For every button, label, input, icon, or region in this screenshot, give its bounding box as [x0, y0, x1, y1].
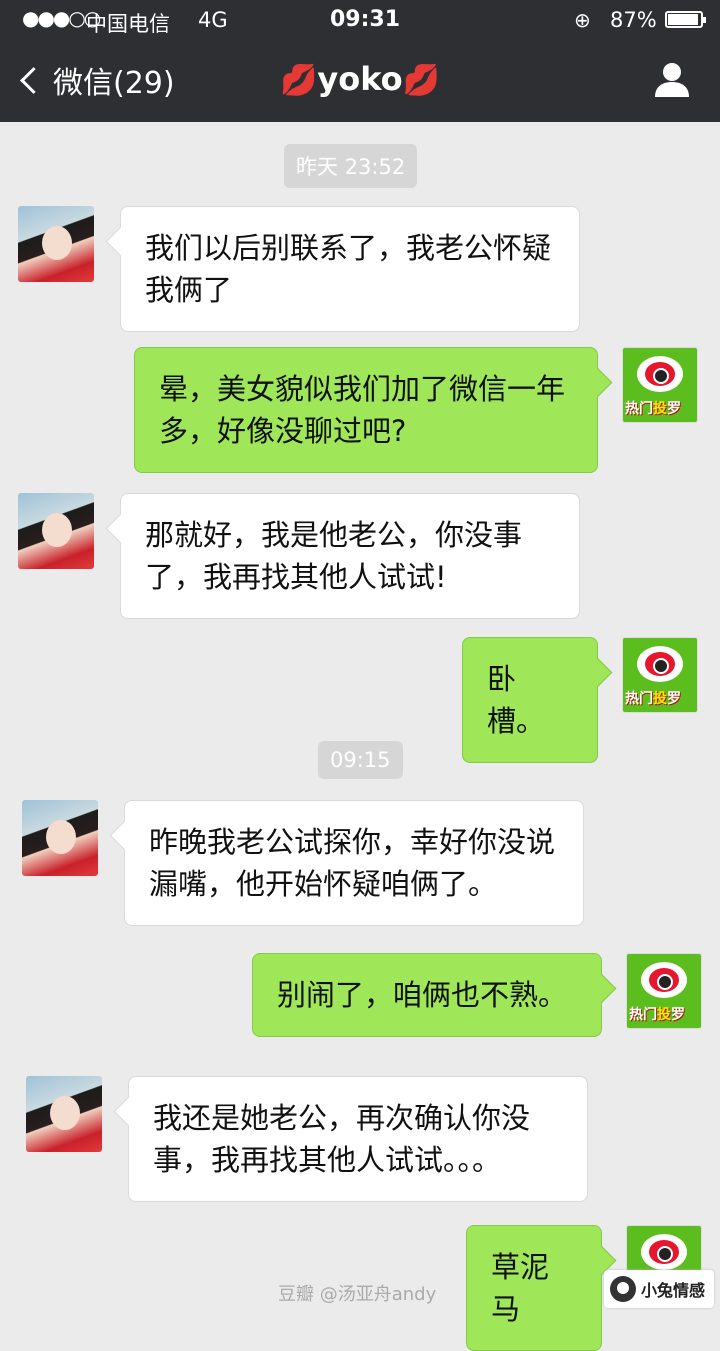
profile-button[interactable] [652, 60, 692, 100]
message-text: 草泥马 [491, 1250, 550, 1326]
my-avatar[interactable]: 热门投罗 [622, 637, 698, 713]
site-logo: 小兔情感 [604, 1270, 714, 1308]
incoming-message[interactable]: 我还是她老公，再次确认你没事，我再找其他人试试。。。 [128, 1076, 588, 1202]
contact-avatar[interactable] [26, 1076, 102, 1152]
incoming-message[interactable]: 我们以后别联系了，我老公怀疑我俩了 [120, 206, 580, 332]
my-avatar[interactable]: 热门投罗 [626, 953, 702, 1029]
weibo-logo-icon [637, 356, 683, 392]
site-logo-text: 小兔情感 [641, 1281, 706, 1300]
weibo-logo-icon [637, 646, 683, 682]
top-bar: ●●●○○ 中国电信 4G 09:31 ⊕ 87% 微信(29) 💋yoko💋 [0, 0, 720, 122]
timestamp-chip: 昨天 23:52 [284, 144, 418, 188]
message-text: 我还是她老公，再次确认你没事，我再找其他人试试。。。 [153, 1101, 531, 1177]
outgoing-message[interactable]: 晕，美女貌似我们加了微信一年多，好像没聊过吧? [134, 347, 598, 473]
rotation-lock-icon: ⊕ [574, 8, 591, 32]
contact-name: yoko [317, 60, 403, 98]
weibo-logo-icon [641, 962, 687, 998]
contact-avatar[interactable] [18, 206, 94, 282]
lips-icon: 💋 [402, 63, 440, 98]
rabbit-logo-icon [610, 1276, 636, 1302]
incoming-message[interactable]: 昨晚我老公试探你，幸好你没说漏嘴，他开始怀疑咱俩了。 [124, 800, 584, 926]
carrier-name: 中国电信 [86, 12, 170, 36]
contact-avatar[interactable] [22, 800, 98, 876]
incoming-message[interactable]: 那就好，我是他老公，你没事了，我再找其他人试试! [120, 493, 580, 619]
message-text: 昨晚我老公试探你，幸好你没说漏嘴，他开始怀疑咱俩了。 [149, 825, 556, 901]
outgoing-message[interactable]: 卧槽。 [462, 637, 598, 763]
battery-percent: 87% [610, 8, 657, 32]
message-text: 卧槽。 [487, 662, 546, 738]
message-text: 那就好，我是他老公，你没事了，我再找其他人试试! [145, 518, 523, 594]
clock: 09:31 [330, 7, 401, 32]
watermark: 豆瓣 @汤亚舟andy [278, 1284, 437, 1305]
lips-icon: 💋 [280, 63, 318, 98]
my-avatar[interactable]: 热门投罗 [622, 347, 698, 423]
timestamp-chip: 09:15 [318, 741, 403, 779]
message-text: 我们以后别联系了，我老公怀疑我俩了 [145, 231, 552, 307]
chat-title: 💋yoko💋 [0, 60, 720, 98]
weibo-logo-icon [641, 1234, 687, 1270]
network-type: 4G [198, 8, 228, 32]
status-bar: ●●●○○ 中国电信 4G 09:31 ⊕ 87% [0, 0, 720, 40]
battery-icon [665, 11, 706, 28]
chat-nav-bar: 微信(29) 💋yoko💋 [0, 40, 720, 122]
outgoing-message[interactable]: 草泥马 [466, 1225, 602, 1351]
contact-avatar[interactable] [18, 493, 94, 569]
outgoing-message[interactable]: 别闹了，咱俩也不熟。 [252, 953, 602, 1037]
message-text: 晕，美女貌似我们加了微信一年多，好像没聊过吧? [159, 372, 566, 448]
message-text: 别闹了，咱俩也不熟。 [277, 978, 568, 1012]
